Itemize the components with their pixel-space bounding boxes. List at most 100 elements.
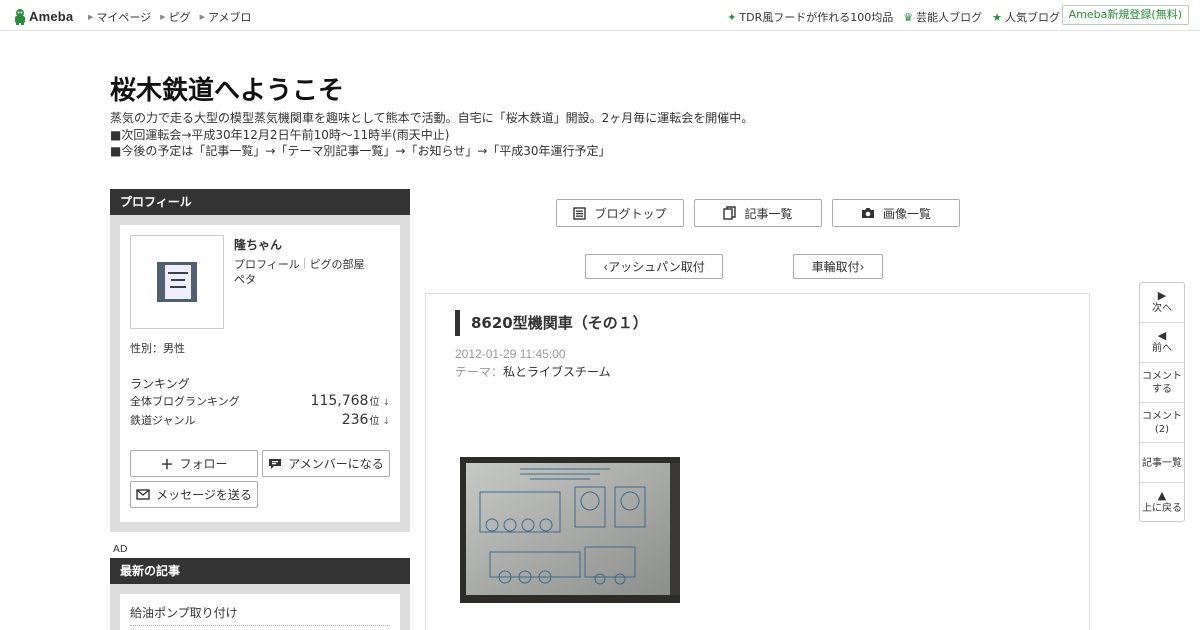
ranking-value-wrap: 115,768位 ↓	[311, 393, 390, 409]
prev-button[interactable]: ◀ 前へ	[1140, 323, 1184, 363]
write-comment-label-2: する	[1152, 384, 1172, 395]
link-tdr-food[interactable]: ✦ TDR風フードが作れる100均品	[727, 9, 893, 25]
profile-box: 隆ちゃん プロフィール | ピグの部屋 ペタ 性別：男性 ランキング 全体ブログ…	[110, 215, 410, 532]
chat-bubble-icon	[269, 458, 282, 469]
write-comment-label-1: コメント	[1142, 371, 1182, 382]
blog-title[interactable]: 桜木鉄道へようこそ	[110, 70, 344, 107]
back-to-top-label: 上に戻る	[1142, 503, 1182, 514]
profile-link[interactable]: プロフィール	[234, 256, 300, 272]
avatar-image	[157, 262, 197, 302]
ranking-row-overall: 全体ブログランキング 115,768位 ↓	[130, 393, 390, 409]
recent-article-link[interactable]: 給油ポンプ取り付け	[130, 604, 390, 626]
theme-link[interactable]: 私とライブスチーム	[503, 365, 611, 379]
article-list-button[interactable]: 記事一覧	[694, 199, 822, 227]
top-right-links: ✦ TDR風フードが作れる100均品 ♛ 芸能人ブログ ★ 人気ブログ	[717, 9, 1060, 25]
nav-mypage-label: マイページ	[96, 11, 152, 24]
profile-inner: 隆ちゃん プロフィール | ピグの部屋 ペタ 性別：男性 ランキング 全体ブログ…	[120, 225, 400, 522]
amember-label: アメンバーになる	[288, 457, 384, 471]
comments-label-2: (2)	[1154, 424, 1170, 435]
image-list-label: 画像一覧	[882, 206, 931, 221]
triangle-left-icon: ◀	[1157, 329, 1167, 342]
triangle-right-icon: ▶	[1157, 289, 1167, 302]
link-tdr-food-label: TDR風フードが作れる100均品	[739, 11, 894, 24]
previous-article-label: アッシュパン取付	[608, 260, 705, 274]
floating-nav: ▶ 次へ ◀ 前へ コメント する コメント (2) 記事一覧 ▲ 上に戻る	[1139, 282, 1185, 522]
article: 8620型機関車（その１） 2012-01-29 11:45:00 テーマ：私と…	[425, 293, 1090, 630]
pig-room-link[interactable]: ピグの部屋	[310, 256, 365, 272]
next-article-label: 車輪取付	[811, 260, 860, 274]
comments-button[interactable]: コメント (2)	[1140, 403, 1184, 443]
crown-icon: ♛	[903, 10, 914, 24]
prev-label: 前へ	[1152, 343, 1172, 354]
recent-box: 給油ポンプ取り付け	[110, 584, 410, 630]
ranking-unit: 位	[369, 416, 380, 427]
ranking-unit: 位	[369, 397, 380, 408]
blog-top-button[interactable]: ブログトップ	[556, 199, 684, 227]
next-article-button[interactable]: 車輪取付 ›	[793, 254, 883, 279]
link-popular-blog[interactable]: ★ 人気ブログ	[992, 9, 1060, 25]
back-to-top-button[interactable]: ▲ 上に戻る	[1140, 483, 1184, 521]
profile-gender: 性別：男性	[130, 342, 185, 355]
profile-name[interactable]: 隆ちゃん	[234, 236, 282, 253]
ranking-label: 鉄道ジャンル	[130, 414, 196, 427]
nav-ameblo[interactable]: ▶ アメブロ	[200, 9, 252, 25]
logo-text: Ameba	[29, 8, 74, 24]
article-title[interactable]: 8620型機関車（その１）	[455, 310, 648, 336]
envelope-icon	[136, 489, 150, 500]
triangle-right-icon: ▶	[160, 13, 166, 21]
top-nav: ▶ マイページ ▶ ピグ ▶ アメブロ	[88, 9, 260, 25]
separator: |	[302, 256, 307, 269]
ranking-value: 236	[341, 412, 369, 428]
ranking-label: 全体ブログランキング	[130, 395, 240, 408]
next-button[interactable]: ▶ 次へ	[1140, 283, 1184, 323]
follow-label: フォロー	[179, 457, 228, 471]
article-list-side-button[interactable]: 記事一覧	[1140, 443, 1184, 483]
recent-heading: 最新の記事	[110, 558, 410, 584]
ranking-value-wrap: 236位 ↓	[342, 412, 390, 428]
star-icon: ★	[992, 10, 1002, 24]
signup-button[interactable]: Ameba新規登録(無料)	[1061, 5, 1189, 25]
ranking-title: ランキング	[130, 377, 190, 391]
article-list-label: 記事一覧	[744, 206, 793, 221]
ranking-value: 115,768	[310, 393, 369, 409]
article-list-side-label: 記事一覧	[1142, 458, 1182, 469]
profile-heading: プロフィール	[110, 189, 410, 215]
image-list-button[interactable]: 画像一覧	[832, 199, 960, 227]
description-line: ■今後の予定は「記事一覧」→「テーマ別記事一覧」→「お知らせ」→「平成30年運行…	[110, 144, 611, 158]
comments-label-1: コメント	[1142, 411, 1182, 422]
nav-pigg-label: ピグ	[168, 11, 191, 24]
description-line: ■次回運転会→平成30年12月2日午前10時～11時半(雨天中止)	[110, 127, 450, 142]
follow-button[interactable]: ＋ フォロー	[130, 450, 258, 477]
theme-label: テーマ：	[455, 365, 504, 379]
plus-icon: ＋	[160, 458, 174, 473]
link-celebrity-blog[interactable]: ♛ 芸能人ブログ	[903, 9, 982, 25]
amember-button[interactable]: アメンバーになる	[262, 450, 390, 477]
nav-mypage[interactable]: ▶ マイページ	[88, 9, 151, 25]
previous-article-button[interactable]: ‹ アッシュパン取付	[585, 254, 723, 279]
triangle-right-icon: ▶	[88, 13, 94, 21]
article-date: 2012-01-29 11:45:00	[455, 347, 566, 361]
avatar[interactable]	[130, 235, 224, 329]
arrow-down-icon: ↓	[382, 398, 390, 408]
ranking-row-genre: 鉄道ジャンル 236位 ↓	[130, 412, 390, 428]
write-comment-button[interactable]: コメント する	[1140, 363, 1184, 403]
camera-icon	[861, 208, 874, 218]
arrow-down-icon: ↓	[382, 417, 390, 427]
sparkle-icon: ✦	[727, 10, 737, 24]
link-popular-blog-label: 人気ブログ	[1005, 11, 1060, 24]
blueprint-photo	[460, 457, 680, 603]
article-theme: テーマ：私とライブスチーム	[455, 363, 611, 380]
document-icon	[573, 206, 587, 220]
message-button[interactable]: メッセージを送る	[130, 481, 258, 508]
blog-description: 蒸気の力で走る大型の模型蒸気機関車を趣味として熊本で活動。自宅に「桜木鉄道」開設…	[110, 110, 753, 160]
triangle-up-icon: ▲	[1157, 489, 1167, 502]
copy-documents-icon	[723, 206, 737, 220]
ad-label: AD	[113, 544, 128, 555]
nav-pigg[interactable]: ▶ ピグ	[160, 9, 190, 25]
ameba-logo-icon	[15, 8, 25, 25]
nav-ameblo-label: アメブロ	[207, 11, 252, 24]
article-photo[interactable]	[460, 457, 680, 603]
ameba-logo[interactable]: Ameba	[13, 6, 73, 26]
description-line: 蒸気の力で走る大型の模型蒸気機関車を趣味として熊本で活動。自宅に「桜木鉄道」開設…	[110, 111, 754, 125]
peta-link[interactable]: ペタ	[234, 271, 256, 287]
